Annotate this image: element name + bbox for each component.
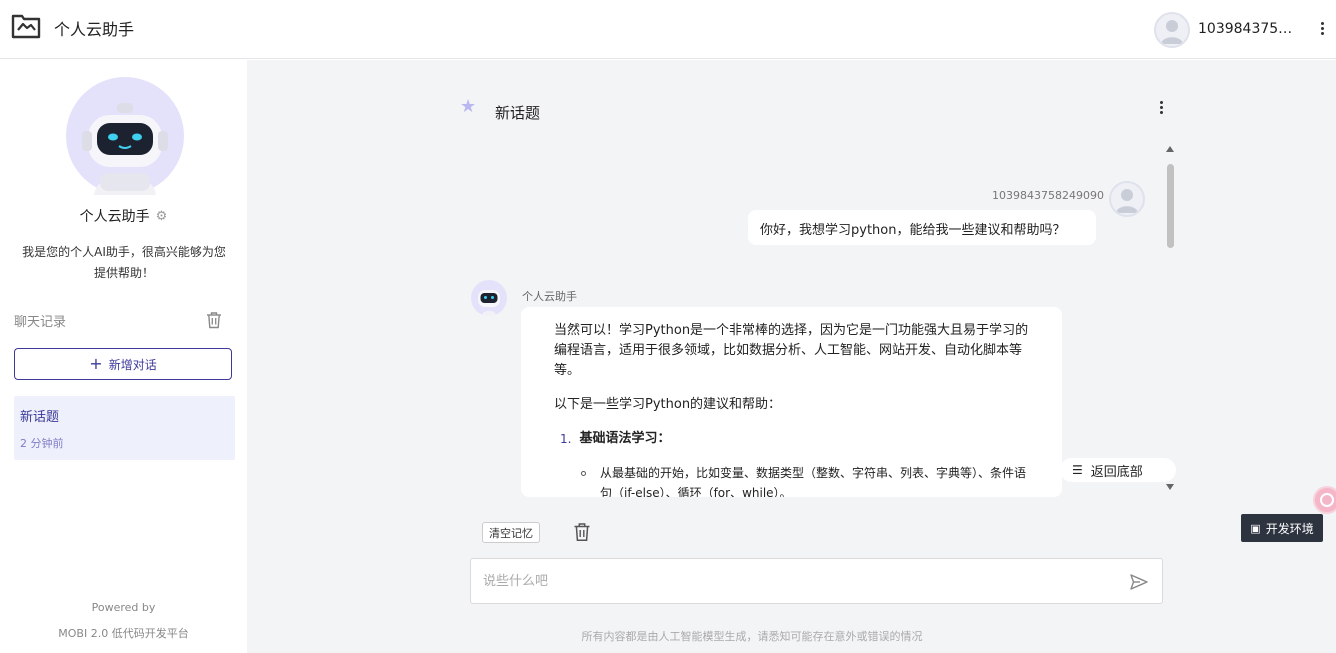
robot-icon: [478, 290, 500, 316]
assistant-bubble-icon: [1320, 493, 1334, 507]
scroll-thumb[interactable]: [1167, 164, 1174, 248]
bot-message-avatar: [471, 280, 507, 316]
user-message-sender: 1039843758249090: [992, 189, 1104, 202]
bullet-icon: [581, 471, 586, 476]
user-message-bubble: 你好，我想学习python，能给我一些建议和帮助吗？: [748, 210, 1096, 245]
back-to-bottom-label: 返回底部: [1090, 464, 1143, 480]
topic-title: 新话题: [20, 410, 60, 425]
bot-paragraph-2: 以下是一些学习Python的建议和帮助：: [554, 397, 782, 412]
conversation-more-icon[interactable]: [1155, 100, 1167, 118]
gear-icon[interactable]: ⚙: [156, 209, 168, 224]
user-silhouette-icon: [1116, 189, 1138, 213]
chat-scrollbar[interactable]: [1164, 146, 1176, 492]
powered-by: Powered by: [91, 601, 156, 614]
scroll-up-arrow-icon[interactable]: [1166, 146, 1174, 152]
scroll-bottom-icon: ☰: [1072, 463, 1083, 477]
message-input[interactable]: [483, 571, 1103, 591]
bot-avatar: [66, 77, 184, 195]
main-area: ★ 新话题 1039843758249090 你好，我想学习python，能给我…: [247, 60, 1336, 653]
user-silhouette-icon: [1161, 20, 1183, 44]
conversation-title: 新话题: [495, 104, 541, 122]
robot-icon: [82, 103, 168, 195]
ai-disclaimer: 所有内容都是由人工智能模型生成，请悉知可能存在意外或错误的情况: [581, 630, 923, 643]
bot-name-row: 个人云助手 ⚙: [0, 206, 247, 226]
sub-list-item: 从最基础的开始，比如变量、数据类型（整数、字符串、列表、字典等）、条件语句（if…: [554, 463, 1030, 497]
list-item-number: 1.: [560, 432, 572, 446]
send-icon[interactable]: [1129, 572, 1149, 592]
new-chat-label: 新增对话: [108, 357, 157, 372]
topic-time: 2 分钟前: [20, 437, 64, 450]
clear-history-trash-icon[interactable]: [205, 311, 223, 329]
dev-logo-icon: ▣: [1250, 521, 1261, 535]
list-item-title: 基础语法学习：: [579, 431, 671, 446]
back-to-bottom-button[interactable]: ☰ 返回底部: [1060, 458, 1176, 482]
user-avatar[interactable]: [1154, 12, 1190, 48]
app-title: 个人云助手: [54, 20, 135, 39]
delete-trash-icon[interactable]: [573, 522, 591, 542]
clear-memory-button[interactable]: 清空记忆: [482, 522, 540, 543]
dev-environment-label: 开发环境: [1265, 521, 1314, 536]
user-name[interactable]: 10398437582...: [1198, 21, 1298, 37]
sidebar: 个人云助手 ⚙ 我是您的个人AI助手，很高兴能够为您提供帮助！ 聊天记录 + 新增…: [0, 60, 247, 653]
bot-message-bubble: 当然可以！学习Python是一个非常棒的选择，因为它是一门功能强大且易于学习的编…: [521, 307, 1062, 497]
header-more-icon[interactable]: [1316, 20, 1328, 40]
sub-list-text: 从最基础的开始，比如变量、数据类型（整数、字符串、列表、字典等）、条件语句（if…: [600, 466, 1027, 497]
bot-paragraph-1: 当然可以！学习Python是一个非常棒的选择，因为它是一门功能强大且易于学习的编…: [554, 323, 1029, 378]
topic-item[interactable]: 新话题 2 分钟前: [14, 396, 235, 460]
dev-environment-button[interactable]: ▣ 开发环境: [1241, 514, 1323, 542]
scroll-down-arrow-icon[interactable]: [1166, 484, 1174, 490]
bot-name: 个人云助手: [79, 209, 150, 225]
plus-icon: +: [89, 354, 103, 373]
floating-assistant-icon[interactable]: [1313, 486, 1336, 514]
chat-history-label: 聊天记录: [14, 315, 67, 330]
user-message-avatar: [1109, 181, 1145, 217]
list-item: 1. 基础语法学习：: [554, 429, 1030, 449]
message-input-box: [470, 558, 1163, 604]
bot-message-sender: 个人云助手: [522, 290, 577, 303]
bot-description: 我是您的个人AI助手，很高兴能够为您提供帮助！: [22, 245, 226, 280]
top-bar: 个人云助手 10398437582...: [0, 0, 1336, 59]
favorite-star-icon[interactable]: ★: [460, 96, 476, 117]
platform-name: MOBI 2.0 低代码开发平台: [58, 627, 189, 640]
app-logo-icon: [11, 14, 41, 39]
new-chat-button[interactable]: + 新增对话: [14, 348, 232, 380]
